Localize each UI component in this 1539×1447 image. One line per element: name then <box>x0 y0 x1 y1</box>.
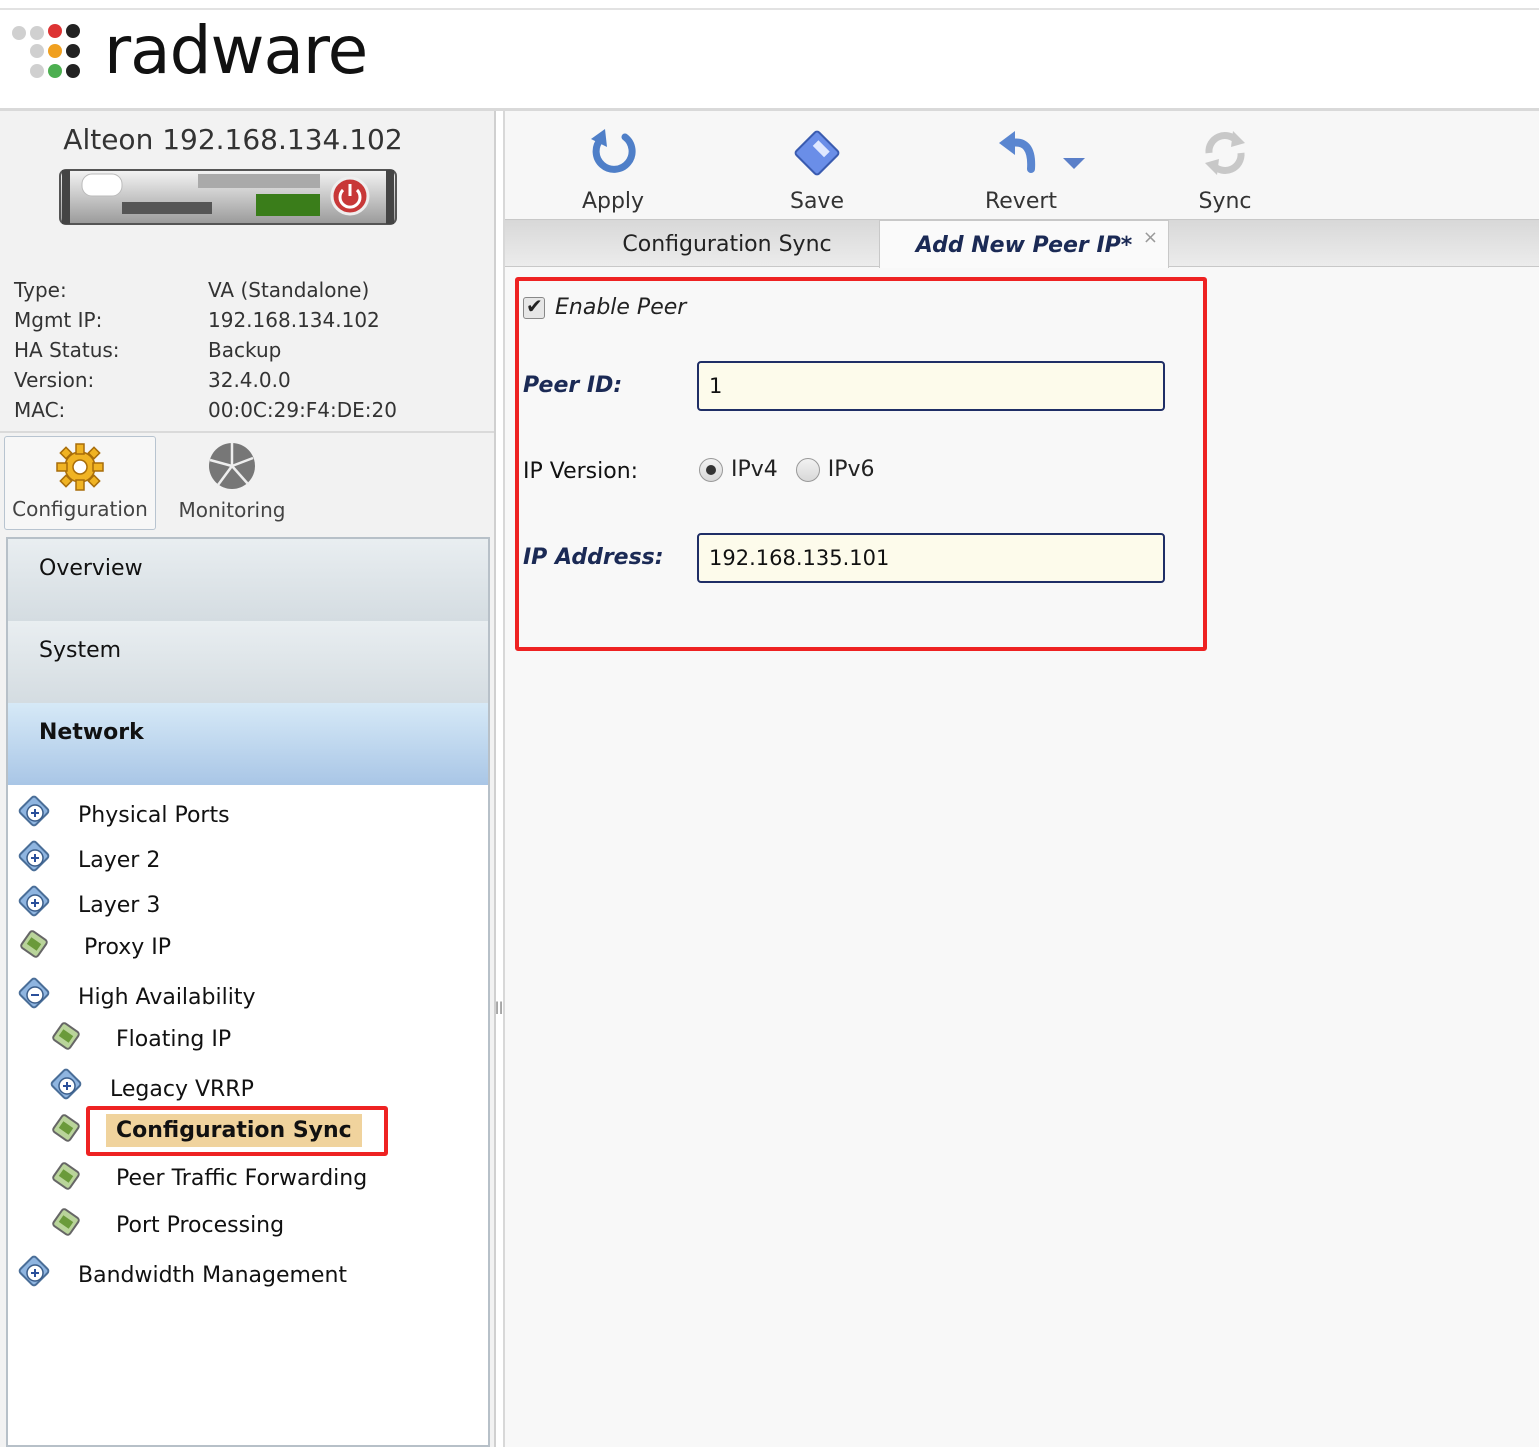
tree-item-layer-2[interactable]: Layer 2 <box>78 848 160 873</box>
tree-item-physical-ports[interactable]: Physical Ports <box>78 803 230 828</box>
info-value: 00:0C:29:F4:DE:20 <box>208 398 397 422</box>
info-label: Version: <box>14 368 95 392</box>
tab-configuration-sync[interactable]: Configuration Sync <box>609 220 845 268</box>
sync-icon <box>1205 131 1245 175</box>
tab-label: Add New Peer IP* <box>915 233 1133 258</box>
info-row-version: Version: 32.4.0.0 <box>14 365 397 395</box>
sync-button[interactable]: Sync <box>1165 125 1285 214</box>
revert-dropdown-chevron-icon[interactable] <box>1061 155 1087 171</box>
revert-icon <box>999 131 1036 173</box>
ip-address-label: IP Address: <box>523 545 664 570</box>
nav-section-system[interactable]: System <box>8 621 488 703</box>
highlight-box-nav <box>86 1106 388 1156</box>
expand-icon[interactable] <box>18 1255 52 1289</box>
enable-peer-row[interactable]: Enable Peer <box>523 294 687 320</box>
revert-label: Revert <box>984 189 1058 214</box>
panel-splitter-handle[interactable]: || <box>495 1000 503 1014</box>
device-appliance-icon <box>59 169 397 225</box>
close-icon[interactable]: × <box>1143 227 1158 248</box>
info-label: MAC: <box>14 398 66 422</box>
tree-item-port-processing[interactable]: Port Processing <box>116 1213 284 1238</box>
ipv4-radio[interactable] <box>699 457 723 482</box>
expand-icon[interactable] <box>18 840 52 874</box>
mode-tab-label: Configuration <box>12 497 148 521</box>
info-row-mac: MAC: 00:0C:29:F4:DE:20 <box>14 395 397 425</box>
info-row-mgmt-ip: Mgmt IP: 192.168.134.102 <box>14 305 397 335</box>
expand-icon[interactable] <box>18 885 52 919</box>
ipv6-radio[interactable] <box>795 457 820 482</box>
tree-item-bandwidth-management[interactable]: Bandwidth Management <box>78 1263 347 1288</box>
top-border <box>0 8 1539 10</box>
ip-address-input[interactable] <box>697 533 1165 583</box>
ip-version-label: IP Version: <box>523 459 639 484</box>
sync-label: Sync <box>1198 189 1252 214</box>
tab-add-new-peer-ip[interactable]: Add New Peer IP* × <box>879 220 1169 268</box>
toolbar: Apply Save Revert Sync <box>505 111 1539 219</box>
right-panel: Apply Save Revert Sync Configuration Syn… <box>503 111 1539 1447</box>
leaf-icon <box>52 1162 80 1190</box>
left-panel: Alteon 192.168.134.102 Type: VA (Standalo… <box>0 111 496 1447</box>
expand-icon[interactable] <box>18 795 52 829</box>
info-value: 192.168.134.102 <box>208 308 380 332</box>
device-info-table: Type: VA (Standalone) Mgmt IP: 192.168.134… <box>14 275 397 425</box>
info-row-ha-status: HA Status: Backup <box>14 335 397 365</box>
mode-tab-label: Monitoring <box>178 498 286 522</box>
apply-label: Apply <box>581 189 645 214</box>
logo-text: radware <box>104 12 368 89</box>
ip-version-radio-group: IPv4 IPv6 <box>699 457 893 482</box>
ipv4-label: IPv4 <box>731 457 778 482</box>
tree-item-layer-3[interactable]: Layer 3 <box>78 893 160 918</box>
peer-id-input[interactable] <box>697 361 1165 411</box>
logo-dots-icon <box>10 24 100 84</box>
info-value: Backup <box>208 338 282 362</box>
apply-icon <box>591 129 636 173</box>
info-row-type: Type: VA (Standalone) <box>14 275 397 305</box>
peer-id-label: Peer ID: <box>523 373 623 398</box>
collapse-icon[interactable] <box>18 977 52 1011</box>
enable-peer-label: Enable Peer <box>555 295 687 320</box>
ipv6-label: IPv6 <box>827 457 875 482</box>
save-button[interactable]: Save <box>757 125 877 214</box>
mode-tabs: Configuration Monitoring <box>4 436 492 532</box>
enable-peer-checkbox[interactable] <box>523 294 545 319</box>
mode-tab-monitoring[interactable]: Monitoring <box>156 436 308 530</box>
leaf-icon <box>20 930 48 958</box>
radware-logo: radware <box>10 12 390 90</box>
save-label: Save <box>789 189 844 214</box>
info-label: HA Status: <box>14 338 120 362</box>
peer-form-highlight-box: Enable Peer Peer ID: IP Version: IPv4 IP… <box>515 277 1207 651</box>
leaf-icon <box>52 1114 80 1142</box>
info-label: Type: <box>14 278 67 302</box>
tree-item-legacy-vrrp[interactable]: Legacy VRRP <box>110 1077 254 1102</box>
info-divider <box>0 431 494 433</box>
apply-button[interactable]: Apply <box>553 125 673 214</box>
tree-item-floating-ip[interactable]: Floating IP <box>116 1027 231 1052</box>
mode-tab-configuration[interactable]: Configuration <box>4 436 156 530</box>
tree-item-high-availability[interactable]: High Availability <box>78 985 255 1010</box>
info-value: 32.4.0.0 <box>208 368 291 392</box>
info-value: VA (Standalone) <box>208 278 370 302</box>
monitoring-icon <box>209 443 255 489</box>
gear-icon <box>56 443 104 491</box>
leaf-icon <box>52 1022 80 1050</box>
device-title: Alteon 192.168.134.102 <box>63 123 403 156</box>
save-icon <box>794 130 840 176</box>
expand-icon[interactable] <box>50 1068 84 1102</box>
nav-section-network[interactable]: Network <box>8 703 488 785</box>
tree-item-proxy-ip[interactable]: Proxy IP <box>84 935 171 960</box>
tab-strip: Configuration Sync Add New Peer IP* × <box>505 219 1539 268</box>
nav-section-overview[interactable]: Overview <box>8 539 488 621</box>
info-label: Mgmt IP: <box>14 308 103 332</box>
tree-item-peer-traffic-forwarding[interactable]: Peer Traffic Forwarding <box>116 1166 367 1191</box>
leaf-icon <box>52 1208 80 1236</box>
